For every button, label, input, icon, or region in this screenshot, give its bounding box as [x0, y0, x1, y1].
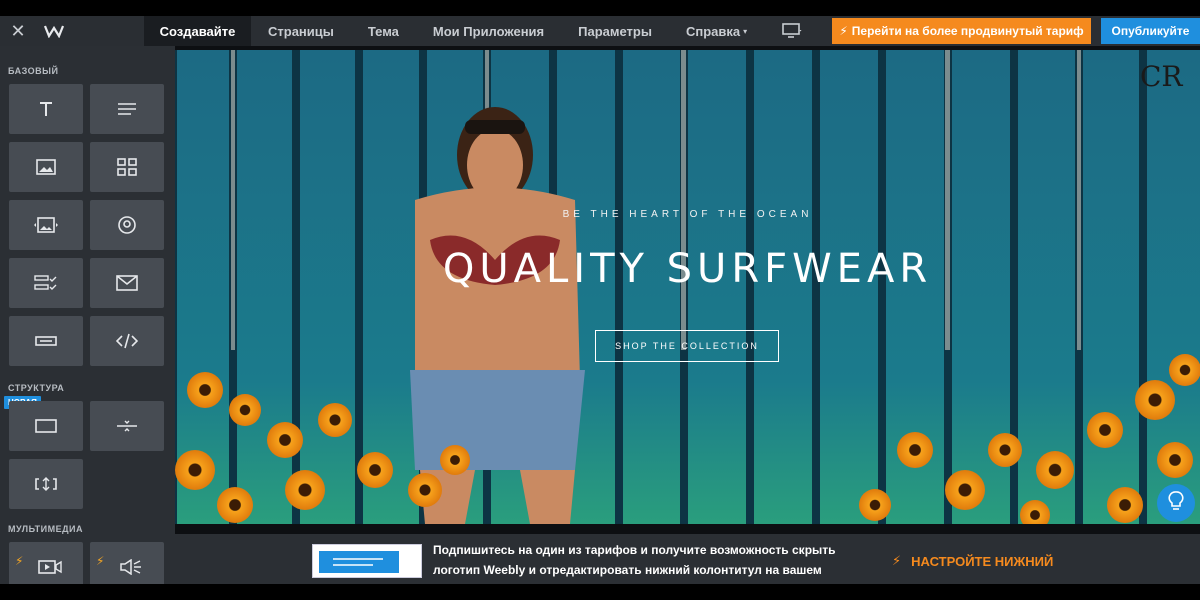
form-element[interactable]: [9, 258, 83, 308]
text-icon: [117, 102, 137, 116]
bottom-strip: [0, 584, 1200, 600]
hero-bottom-divider: [175, 524, 1200, 534]
shop-collection-button[interactable]: SHOP THE COLLECTION: [595, 330, 779, 362]
lightning-icon: ⚡: [892, 553, 902, 568]
map-element[interactable]: [90, 200, 164, 250]
lightbulb-button[interactable]: [1157, 484, 1195, 522]
monitor-icon[interactable]: [782, 16, 802, 46]
nav-theme[interactable]: Тема: [351, 16, 416, 46]
nav-pages[interactable]: Страницы: [251, 16, 351, 46]
map-icon: [117, 215, 137, 235]
gallery-icon: [117, 158, 137, 176]
image-element[interactable]: [9, 142, 83, 192]
title-element[interactable]: [9, 84, 83, 134]
section-structure-label: СТРУКТУРА: [8, 383, 65, 393]
nav-help[interactable]: Справка ▾: [669, 16, 764, 46]
slideshow-icon: [33, 217, 59, 233]
nav-apps[interactable]: Мои Приложения: [416, 16, 561, 46]
upgrade-label: Перейти на более продвинутый тариф: [851, 24, 1084, 38]
hero-tagline[interactable]: BE THE HEART OF THE OCEAN: [175, 209, 1200, 220]
hero-title[interactable]: QUALITY SURFWEAR: [175, 246, 1200, 292]
embed-code-icon: [116, 333, 138, 349]
nav-help-label: Справка: [685, 23, 741, 39]
editor-toolbar: ✕ Создавайте Страницы Тема Мои Приложени…: [0, 16, 1200, 46]
section-icon: [35, 419, 57, 433]
spacer-icon: [35, 476, 57, 492]
lightbulb-icon: [1168, 490, 1184, 516]
section-media-label: МУЛЬТИМЕДИА: [8, 524, 83, 534]
nav-settings[interactable]: Параметры: [561, 16, 669, 46]
section-basic-label: БАЗОВЫЙ: [8, 66, 59, 76]
footer-preview-thumbnail: [312, 544, 422, 578]
button-element[interactable]: [9, 316, 83, 366]
nav-build[interactable]: Создавайте: [144, 16, 251, 46]
section-element[interactable]: [9, 401, 83, 451]
form-icon: [34, 275, 58, 291]
divider-element[interactable]: [90, 401, 164, 451]
top-strip: [0, 0, 1200, 16]
close-icon[interactable]: ✕: [0, 16, 36, 46]
image-icon: [36, 159, 56, 175]
main-nav: Создавайте Страницы Тема Мои Приложения …: [144, 16, 764, 46]
customize-footer-label: НАСТРОЙТЕ НИЖНИЙ: [911, 553, 1054, 569]
gallery-element[interactable]: [90, 142, 164, 192]
slideshow-element[interactable]: [9, 200, 83, 250]
text-element[interactable]: [90, 84, 164, 134]
button-icon: [35, 336, 57, 346]
spacer-element[interactable]: [9, 459, 83, 509]
divider-icon: [116, 418, 138, 434]
publish-button[interactable]: Опубликуйте: [1101, 18, 1200, 44]
audio-icon: [120, 559, 142, 575]
customize-footer-button[interactable]: ⚡ НАСТРОЙТЕ НИЖНИЙ: [892, 553, 1053, 569]
chevron-down-icon: ▾: [743, 26, 748, 36]
upgrade-button[interactable]: ⚡ Перейти на более продвинутый тариф: [832, 18, 1091, 44]
lightning-icon: ⚡: [96, 554, 105, 568]
elements-sidebar: БАЗОВЫЙ СТРУКТУРА НОВАЯ МУЛЬТИМЕДИА: [0, 46, 175, 600]
weebly-logo-icon[interactable]: [36, 16, 72, 46]
video-icon: [38, 560, 62, 574]
contact-form-element[interactable]: [90, 258, 164, 308]
contact-form-icon: [116, 275, 138, 291]
title-icon: [38, 101, 54, 117]
lightning-icon: ⚡: [15, 554, 24, 568]
embed-code-element[interactable]: [90, 316, 164, 366]
photographer-logo: CR: [1140, 60, 1183, 93]
lightning-icon: ⚡: [839, 24, 848, 38]
